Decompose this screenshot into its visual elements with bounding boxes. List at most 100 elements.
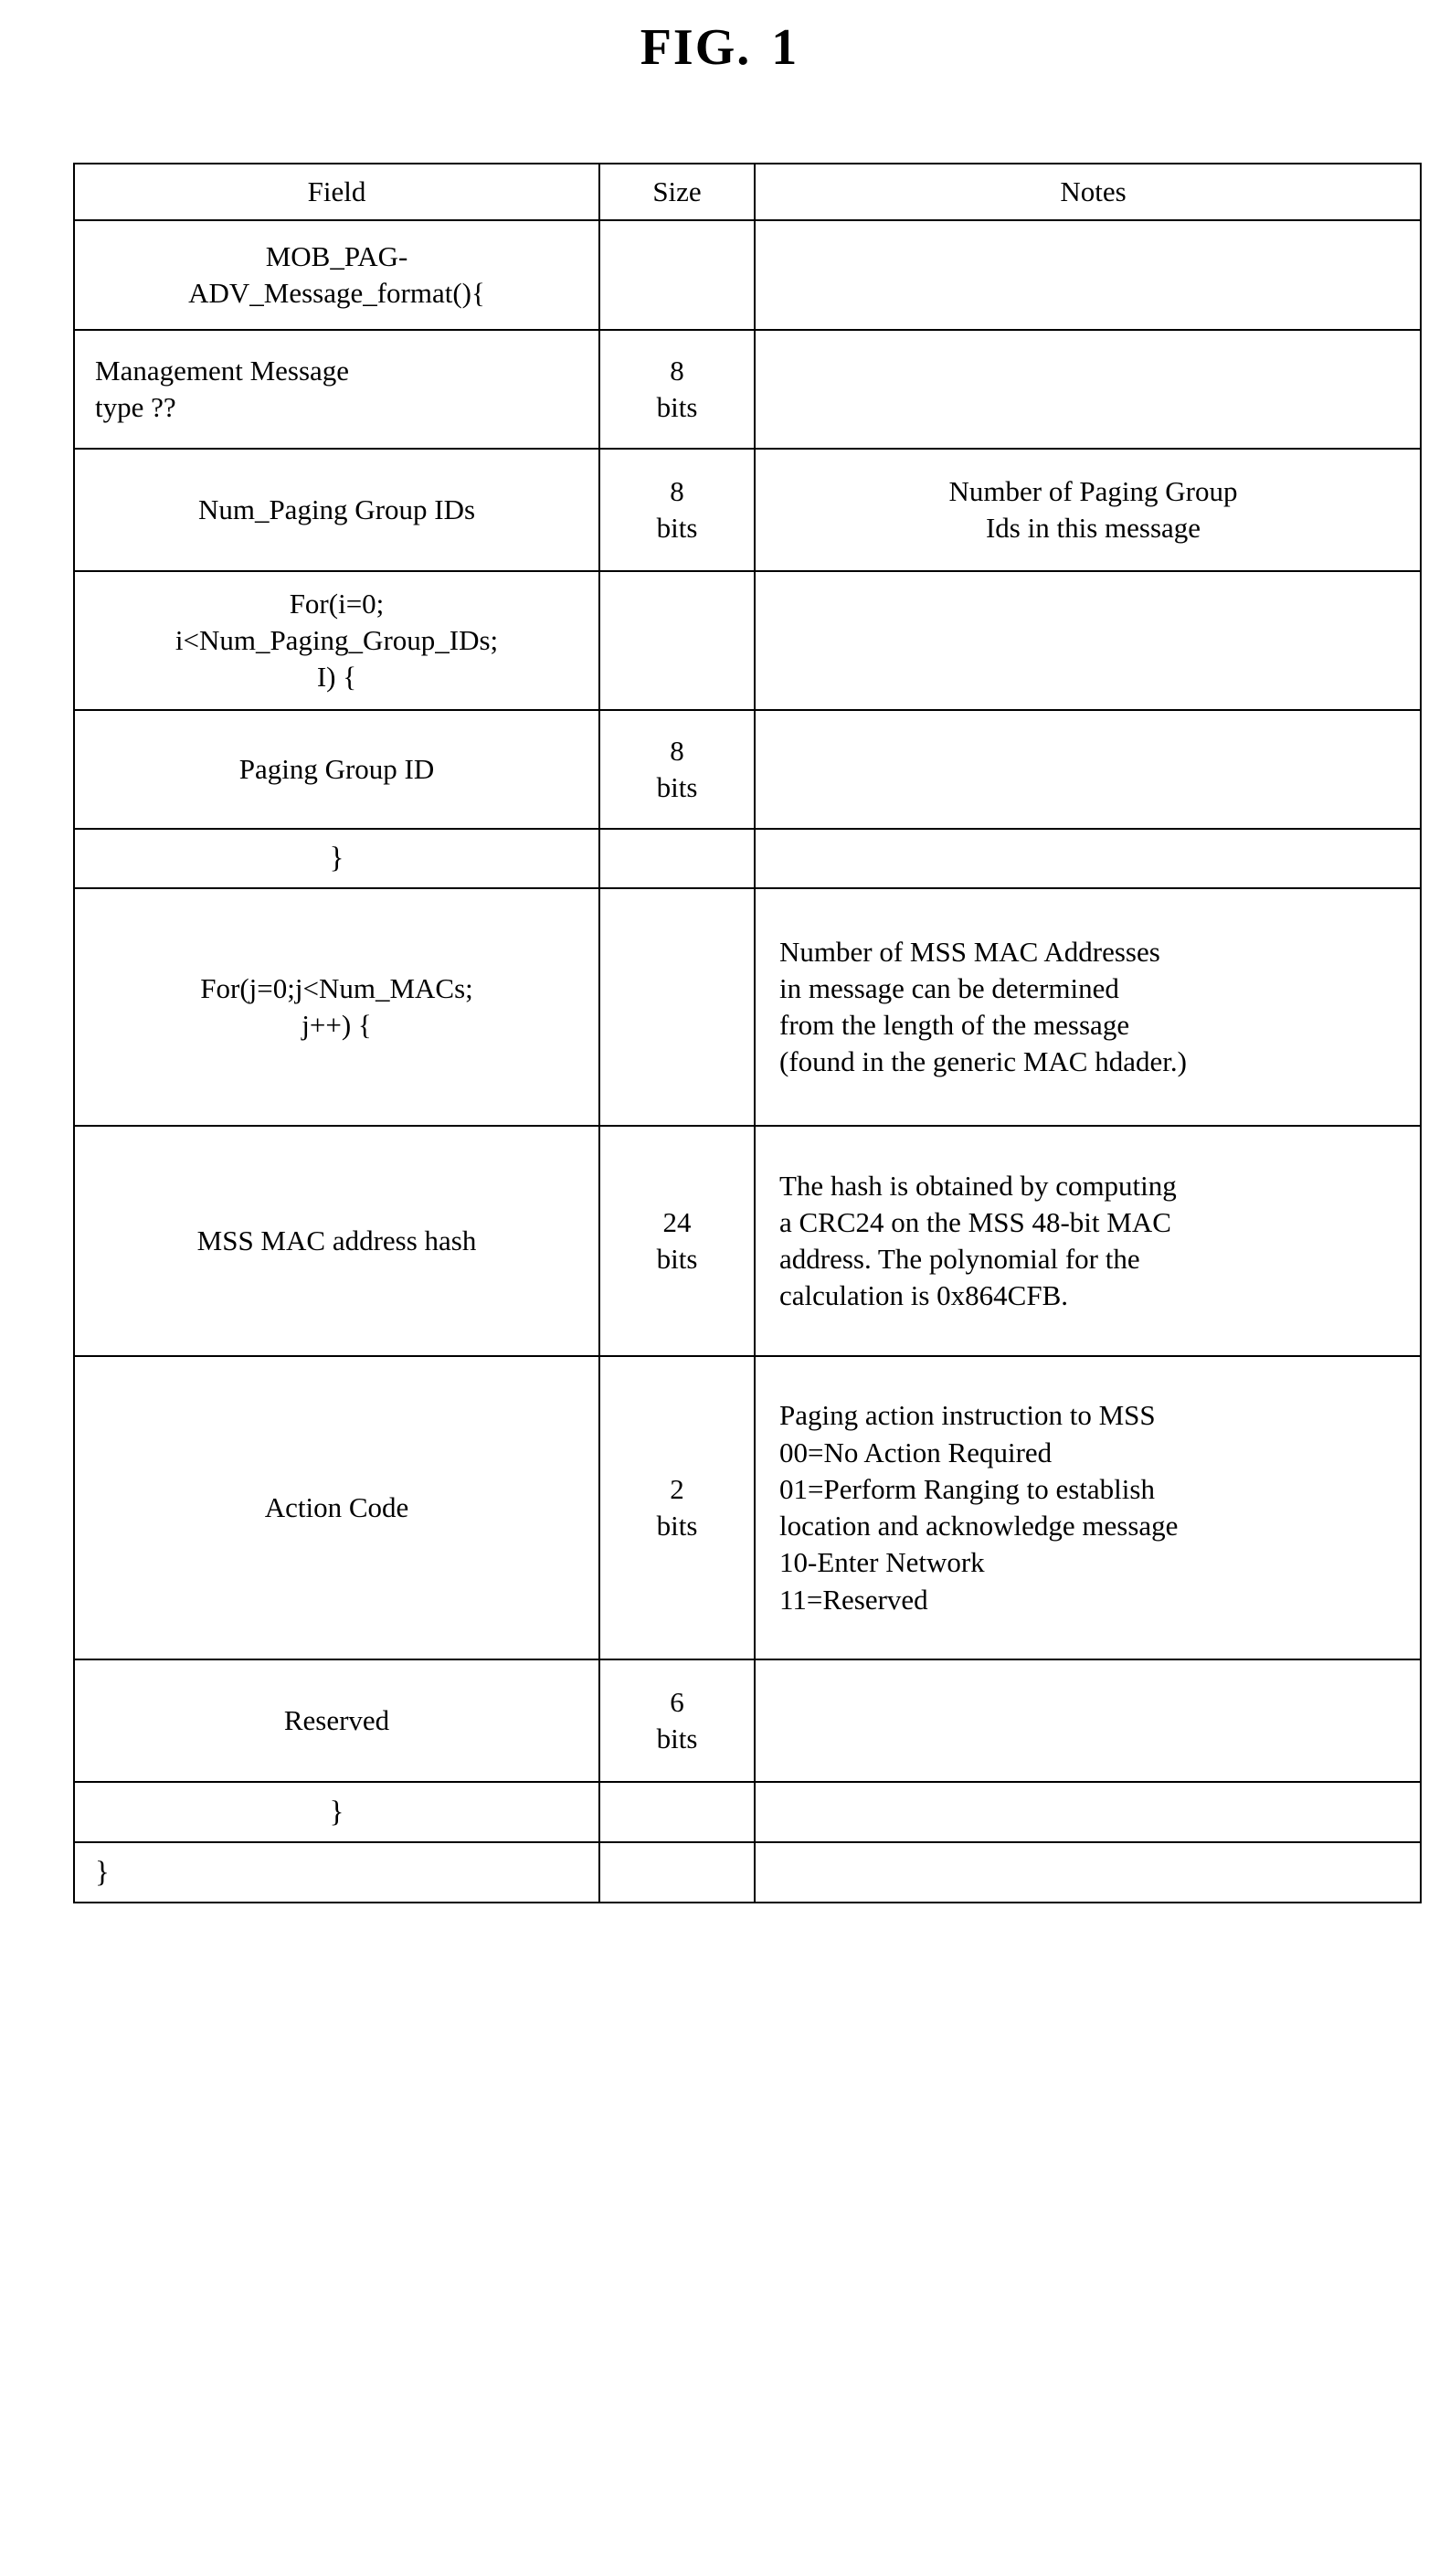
field-text-line: } bbox=[95, 1855, 110, 1889]
cell-notes bbox=[754, 329, 1422, 451]
notes-text-line: from the length of the message bbox=[779, 1009, 1130, 1042]
notes-text-line: 00=No Action Required bbox=[779, 1436, 1053, 1468]
cell-field: } bbox=[73, 1781, 600, 1844]
field-text-line: type ?? bbox=[95, 391, 176, 424]
cell-notes bbox=[754, 219, 1422, 332]
table-row: Management Message type ?? 8 bits bbox=[73, 329, 1422, 451]
table-row: For(i=0; i<Num_Paging_Group_IDs; I) { bbox=[73, 570, 1422, 712]
cell-field: Paging Group ID bbox=[73, 709, 600, 831]
figure-title: FIG. 1 bbox=[0, 19, 1439, 77]
notes-text-line: Number of Paging Group bbox=[948, 475, 1238, 507]
notes-text-line: 11=Reserved bbox=[779, 1583, 928, 1616]
field-text-line: Paging Group ID bbox=[238, 753, 435, 786]
cell-size bbox=[598, 219, 756, 332]
field-text-line: For(j=0;j<Num_MACs; bbox=[200, 971, 473, 1004]
cell-size bbox=[598, 887, 756, 1128]
notes-text-line: 01=Perform Ranging to establish bbox=[779, 1472, 1155, 1505]
cell-field: MSS MAC address hash bbox=[73, 1125, 600, 1358]
cell-field: Action Code bbox=[73, 1355, 600, 1661]
size-text-line: bits bbox=[656, 1723, 698, 1755]
cell-size bbox=[598, 1841, 756, 1904]
field-text-line: I) { bbox=[316, 661, 357, 694]
field-text-line: Action Code bbox=[264, 1491, 409, 1524]
cell-size: 8 bits bbox=[598, 329, 756, 451]
cell-field: For(i=0; i<Num_Paging_Group_IDs; I) { bbox=[73, 570, 600, 712]
cell-notes: Number of MSS MAC Addresses in message ca… bbox=[754, 887, 1422, 1128]
figure-title-number: 1 bbox=[771, 19, 799, 76]
size-text-line: bits bbox=[656, 1510, 698, 1542]
column-header-size-label: Size bbox=[652, 175, 702, 207]
cell-size: 6 bits bbox=[598, 1659, 756, 1784]
field-text-line: i<Num_Paging_Group_IDs; bbox=[175, 624, 499, 657]
notes-text-line: address. The polynomial for the bbox=[779, 1243, 1140, 1276]
size-text-line: 8 bbox=[670, 735, 684, 767]
notes-text-line: a CRC24 on the MSS 48-bit MAC bbox=[779, 1205, 1171, 1238]
size-text-line: 24 bbox=[662, 1205, 692, 1238]
table-row: Paging Group ID 8 bits bbox=[73, 709, 1422, 831]
cell-size bbox=[598, 1781, 756, 1844]
cell-notes: Paging action instruction to MSS 00=No Ac… bbox=[754, 1355, 1422, 1661]
field-text-line: Reserved bbox=[283, 1704, 390, 1737]
notes-text-line: 10-Enter Network bbox=[779, 1546, 985, 1579]
cell-size bbox=[598, 570, 756, 712]
notes-text-line: Number of MSS MAC Addresses bbox=[779, 935, 1160, 968]
notes-text-line: calculation is 0x864CFB. bbox=[779, 1279, 1069, 1312]
cell-size bbox=[598, 828, 756, 890]
table-header: Field Size Notes bbox=[73, 162, 1422, 222]
cell-size: 8 bits bbox=[598, 448, 756, 573]
table-row: Action Code 2 bits Paging action instructio… bbox=[73, 1355, 1422, 1661]
field-text-line: Num_Paging Group IDs bbox=[197, 493, 476, 526]
table-row: Reserved 6 bits bbox=[73, 1659, 1422, 1784]
size-text-line: bits bbox=[656, 512, 698, 545]
field-text-line: } bbox=[329, 842, 344, 875]
size-text-line: 6 bbox=[670, 1685, 684, 1718]
table-row: Num_Paging Group IDs 8 bits Number of Pagin… bbox=[73, 448, 1422, 573]
notes-text-line: Paging action instruction to MSS bbox=[779, 1399, 1156, 1432]
field-text-line: MSS MAC address hash bbox=[196, 1224, 477, 1257]
column-header-field-label: Field bbox=[307, 175, 366, 207]
table-row: } bbox=[73, 1841, 1422, 1904]
cell-notes bbox=[754, 1659, 1422, 1784]
cell-field: Num_Paging Group IDs bbox=[73, 448, 600, 573]
notes-text-line: in message can be determined bbox=[779, 971, 1119, 1004]
cell-size: 24 bits bbox=[598, 1125, 756, 1358]
table-row: MOB_PAG- ADV_Message_format(){ bbox=[73, 219, 1422, 332]
notes-text-line: The hash is obtained by computing bbox=[779, 1169, 1177, 1202]
figure-title-prefix: FIG. bbox=[640, 19, 752, 76]
cell-notes bbox=[754, 570, 1422, 712]
table-row: For(j=0;j<Num_MACs; j++) { Number of MSS M… bbox=[73, 887, 1422, 1128]
field-text-line: j++) { bbox=[302, 1009, 372, 1042]
table-row: MSS MAC address hash 24 bits The hash is ob… bbox=[73, 1125, 1422, 1358]
cell-notes bbox=[754, 709, 1422, 831]
size-text-line: 8 bbox=[670, 355, 684, 387]
notes-text-line: location and acknowledge message bbox=[779, 1510, 1179, 1542]
size-text-line: 8 bbox=[670, 475, 684, 507]
field-text-line: MOB_PAG- bbox=[265, 240, 408, 272]
notes-text-line: Ids in this message bbox=[985, 512, 1201, 545]
column-header-notes: Notes bbox=[754, 162, 1422, 222]
cell-field: For(j=0;j<Num_MACs; j++) { bbox=[73, 887, 600, 1128]
cell-size: 8 bits bbox=[598, 709, 756, 831]
table-body: MOB_PAG- ADV_Message_format(){ Management … bbox=[73, 219, 1422, 1904]
cell-field: } bbox=[73, 1841, 600, 1904]
field-text-line: } bbox=[329, 1795, 344, 1829]
table-header-row: Field Size Notes bbox=[73, 162, 1422, 222]
cell-notes bbox=[754, 828, 1422, 890]
cell-field: Management Message type ?? bbox=[73, 329, 600, 451]
size-text-line: bits bbox=[656, 1243, 698, 1276]
cell-notes: The hash is obtained by computing a CRC24… bbox=[754, 1125, 1422, 1358]
table-row: } bbox=[73, 1781, 1422, 1844]
table-row: } bbox=[73, 828, 1422, 890]
notes-text-line: (found in the generic MAC hdader.) bbox=[779, 1045, 1187, 1078]
cell-field: Reserved bbox=[73, 1659, 600, 1784]
cell-notes: Number of Paging Group Ids in this messag… bbox=[754, 448, 1422, 573]
column-header-notes-label: Notes bbox=[1060, 175, 1127, 207]
column-header-field: Field bbox=[73, 162, 600, 222]
mob-pag-adv-message-format-table: Field Size Notes MOB_PAG- ADV_Message_for… bbox=[73, 162, 1422, 1904]
field-text-line: For(i=0; bbox=[289, 587, 385, 620]
patent-figure-page: FIG. 1 Field Size Notes MOB_PAG- ADV_Mes… bbox=[0, 0, 1439, 2576]
cell-notes bbox=[754, 1841, 1422, 1904]
field-text-line: ADV_Message_format(){ bbox=[188, 277, 485, 310]
field-text-line: Management Message bbox=[95, 355, 350, 387]
column-header-size: Size bbox=[598, 162, 756, 222]
